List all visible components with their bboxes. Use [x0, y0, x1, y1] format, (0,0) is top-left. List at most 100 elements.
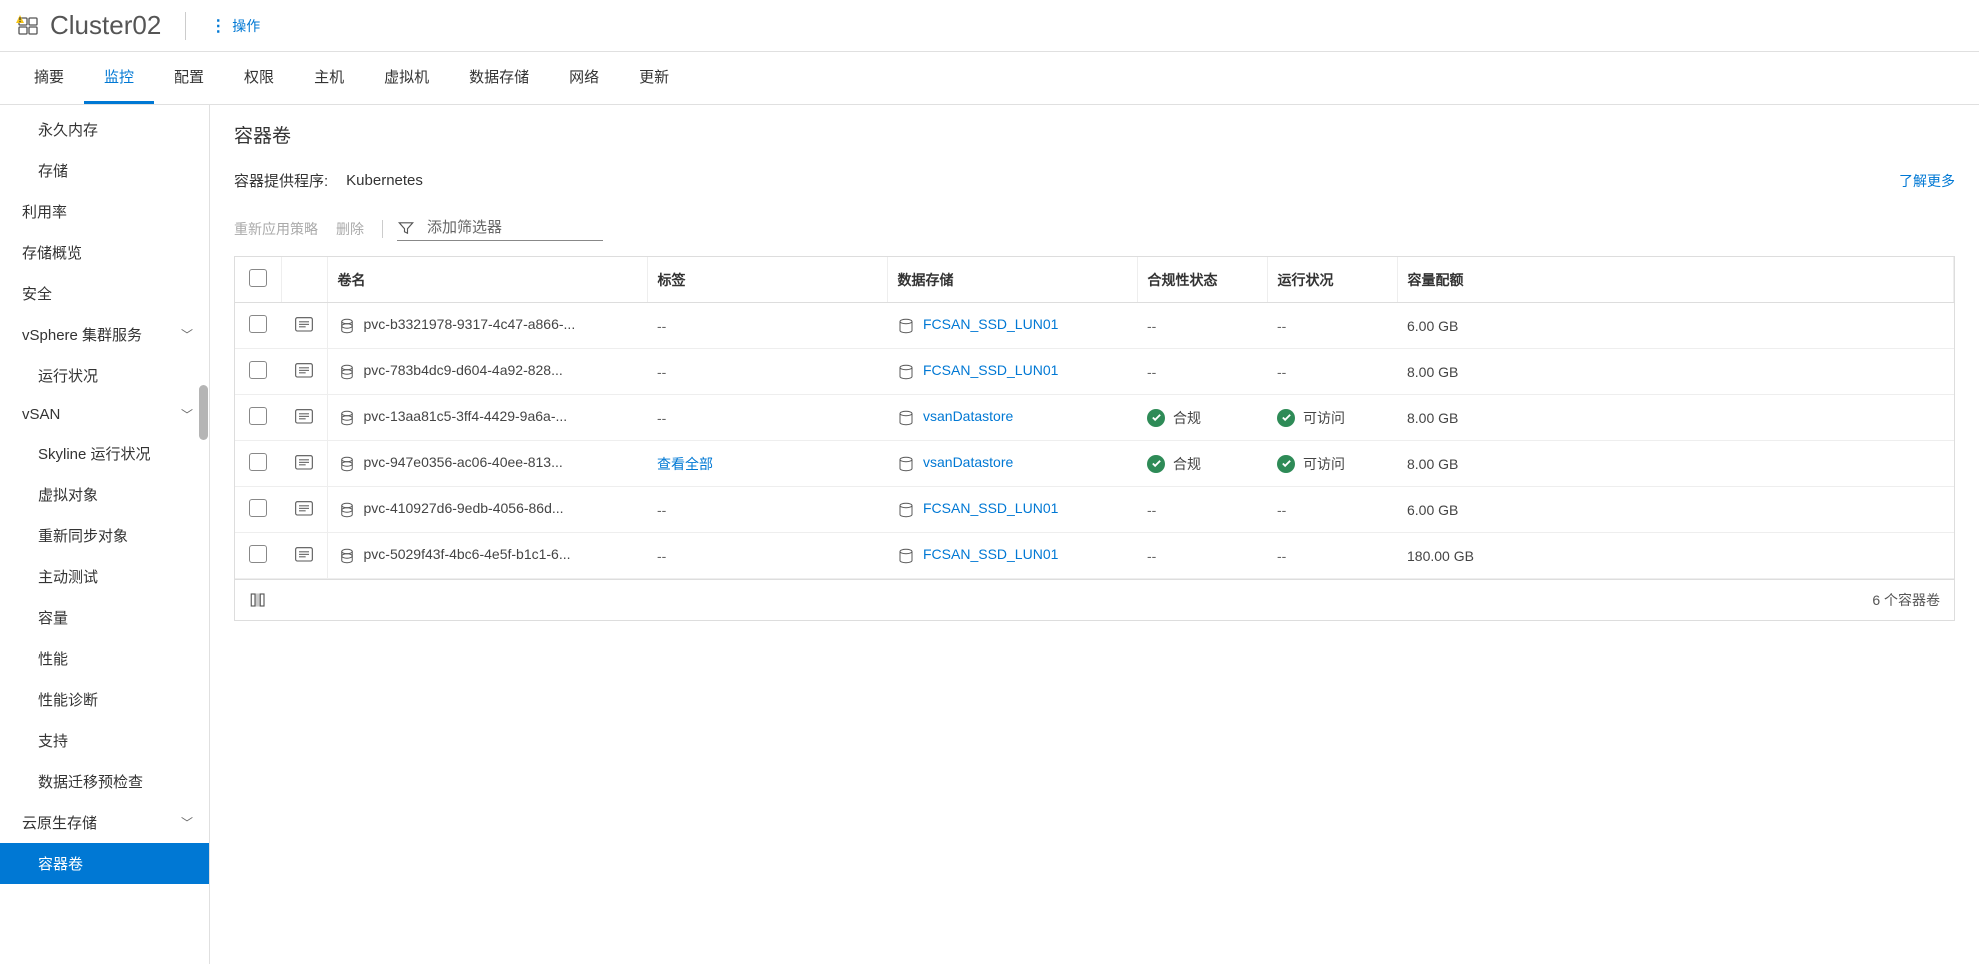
- row-count: 6 个容器卷: [1872, 590, 1940, 610]
- row-details-icon[interactable]: [294, 408, 314, 426]
- compliance-value: --: [1147, 364, 1156, 380]
- datastore-icon: [897, 547, 915, 565]
- sidebar-item-container-volumes[interactable]: 容器卷: [0, 843, 209, 884]
- sidebar-item-support[interactable]: 支持: [0, 720, 209, 761]
- datastore-icon: [897, 409, 915, 427]
- sidebar-group-vsphere[interactable]: vSphere 集群服务﹀: [0, 314, 209, 355]
- view-all-labels-link[interactable]: 查看全部: [657, 456, 713, 472]
- datastore-link[interactable]: FCSAN_SSD_LUN01: [923, 500, 1058, 516]
- col-header-capacity[interactable]: 容量配额: [1397, 257, 1954, 303]
- health-value: --: [1277, 318, 1286, 334]
- sidebar-item-security[interactable]: 安全: [0, 273, 209, 314]
- sidebar-item-utilization[interactable]: 利用率: [0, 191, 209, 232]
- volume-icon: [338, 409, 356, 427]
- tab-configure[interactable]: 配置: [154, 52, 224, 104]
- tab-vms[interactable]: 虚拟机: [364, 52, 449, 104]
- row-checkbox[interactable]: [249, 499, 267, 517]
- volume-icon: [338, 501, 356, 519]
- row-details-icon[interactable]: [294, 454, 314, 472]
- col-header-name[interactable]: 卷名: [327, 257, 647, 303]
- volume-name: pvc-b3321978-9317-4c47-a866-...: [364, 316, 576, 332]
- tab-updates[interactable]: 更新: [619, 52, 689, 104]
- label-value: --: [657, 548, 666, 564]
- chevron-down-icon: ﹀: [181, 406, 193, 423]
- tab-monitor[interactable]: 监控: [84, 52, 154, 104]
- sidebar-item-storage[interactable]: 存储: [0, 150, 209, 191]
- sidebar-item-resync-objects[interactable]: 重新同步对象: [0, 515, 209, 556]
- sidebar-group-cloud-native[interactable]: 云原生存储﹀: [0, 802, 209, 843]
- ok-icon: [1147, 455, 1165, 473]
- sidebar-group-vsan[interactable]: vSAN﹀: [0, 396, 209, 433]
- compliance-status: 合规: [1147, 408, 1201, 428]
- row-details-icon[interactable]: [294, 362, 314, 380]
- datastore-link[interactable]: FCSAN_SSD_LUN01: [923, 362, 1058, 378]
- compliance-value: --: [1147, 502, 1156, 518]
- col-header-datastore[interactable]: 数据存储: [887, 257, 1137, 303]
- column-toggle-icon[interactable]: [249, 591, 267, 609]
- label-value: --: [657, 410, 666, 426]
- header: Cluster02 操作: [0, 0, 1979, 52]
- filter-input-wrap[interactable]: [397, 217, 603, 241]
- tab-networks[interactable]: 网络: [549, 52, 619, 104]
- tab-permissions[interactable]: 权限: [224, 52, 294, 104]
- sidebar-item-capacity[interactable]: 容量: [0, 597, 209, 638]
- capacity-value: 8.00 GB: [1397, 349, 1954, 395]
- row-details-icon[interactable]: [294, 500, 314, 518]
- sidebar-scrollbar-thumb[interactable]: [199, 385, 208, 440]
- reapply-policy-button[interactable]: 重新应用策略: [234, 219, 318, 239]
- sidebar-item-data-migration-precheck[interactable]: 数据迁移预检查: [0, 761, 209, 802]
- row-details-icon[interactable]: [294, 546, 314, 564]
- col-header-label[interactable]: 标签: [647, 257, 887, 303]
- select-all-checkbox[interactable]: [249, 269, 267, 287]
- page-title: 容器卷: [234, 121, 1955, 148]
- sidebar-item-proactive-tests[interactable]: 主动测试: [0, 556, 209, 597]
- learn-more-link[interactable]: 了解更多: [1899, 171, 1955, 191]
- ok-icon: [1147, 409, 1165, 427]
- datastore-link[interactable]: FCSAN_SSD_LUN01: [923, 316, 1058, 332]
- label-value: --: [657, 364, 666, 380]
- row-checkbox[interactable]: [249, 407, 267, 425]
- table-row[interactable]: pvc-410927d6-9edb-4056-86d...--FCSAN_SSD…: [235, 487, 1954, 533]
- capacity-value: 8.00 GB: [1397, 441, 1954, 487]
- col-header-health[interactable]: 运行状况: [1267, 257, 1397, 303]
- tab-hosts[interactable]: 主机: [294, 52, 364, 104]
- row-details-icon[interactable]: [294, 316, 314, 334]
- health-value: --: [1277, 502, 1286, 518]
- tab-summary[interactable]: 摘要: [14, 52, 84, 104]
- row-checkbox[interactable]: [249, 361, 267, 379]
- sidebar-item-persistent-memory[interactable]: 永久内存: [0, 109, 209, 150]
- table-toolbar: 重新应用策略 删除: [234, 209, 1955, 256]
- sidebar-item-skyline-health[interactable]: Skyline 运行状况: [0, 433, 209, 474]
- sidebar-item-perf-diagnostics[interactable]: 性能诊断: [0, 679, 209, 720]
- provider-value: Kubernetes: [346, 172, 423, 189]
- capacity-value: 6.00 GB: [1397, 303, 1954, 349]
- sidebar-scrollbar[interactable]: [197, 105, 209, 964]
- table-row[interactable]: pvc-5029f43f-4bc6-4e5f-b1c1-6...--FCSAN_…: [235, 533, 1954, 579]
- table-row[interactable]: pvc-b3321978-9317-4c47-a866-... -- FCSAN_S…: [235, 303, 1954, 349]
- row-checkbox[interactable]: [249, 315, 267, 333]
- provider-row: 容器提供程序: Kubernetes 了解更多: [234, 170, 1955, 191]
- sidebar: 永久内存 存储 利用率 存储概览 安全 vSphere 集群服务﹀ 运行状况 v…: [0, 105, 210, 964]
- datastore-link[interactable]: FCSAN_SSD_LUN01: [923, 546, 1058, 562]
- tab-datastores[interactable]: 数据存储: [449, 52, 549, 104]
- table-row[interactable]: pvc-13aa81c5-3ff4-4429-9a6a-...--vsanDat…: [235, 395, 1954, 441]
- table-footer: 6 个容器卷: [234, 580, 1955, 621]
- row-checkbox[interactable]: [249, 545, 267, 563]
- delete-button[interactable]: 删除: [336, 219, 364, 239]
- health-status: 可访问: [1277, 408, 1345, 428]
- actions-menu[interactable]: 操作: [210, 16, 260, 36]
- row-checkbox[interactable]: [249, 453, 267, 471]
- table-row[interactable]: pvc-783b4dc9-d604-4a92-828...--FCSAN_SSD…: [235, 349, 1954, 395]
- sidebar-item-storage-overview[interactable]: 存储概览: [0, 232, 209, 273]
- volume-icon: [338, 317, 356, 335]
- sidebar-item-performance[interactable]: 性能: [0, 638, 209, 679]
- volume-icon: [338, 363, 356, 381]
- filter-input[interactable]: [423, 217, 603, 238]
- sidebar-item-virtual-objects[interactable]: 虚拟对象: [0, 474, 209, 515]
- table-row[interactable]: pvc-947e0356-ac06-40ee-813...查看全部vsanDat…: [235, 441, 1954, 487]
- datastore-link[interactable]: vsanDatastore: [923, 454, 1013, 470]
- volume-icon: [338, 455, 356, 473]
- col-header-compliance[interactable]: 合规性状态: [1137, 257, 1267, 303]
- sidebar-item-vsphere-health[interactable]: 运行状况: [0, 355, 209, 396]
- datastore-link[interactable]: vsanDatastore: [923, 408, 1013, 424]
